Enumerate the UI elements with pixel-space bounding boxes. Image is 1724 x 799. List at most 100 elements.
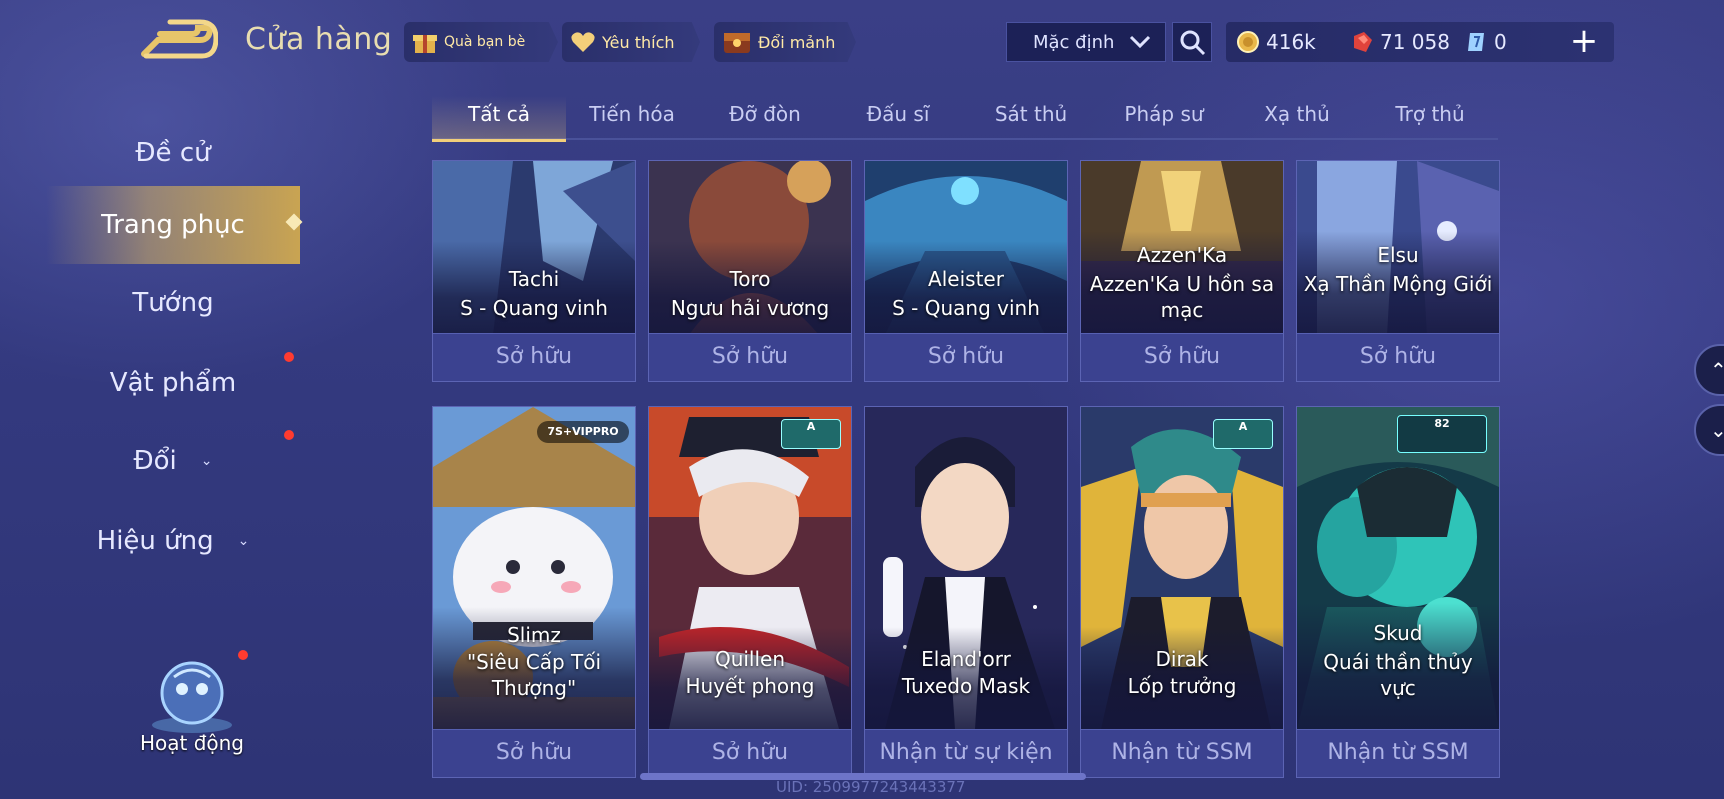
hero-name: Quillen (714, 647, 786, 671)
rank-badge: 82 (1397, 415, 1487, 453)
voucher-currency: 0 (1464, 22, 1507, 62)
skin-name: Tuxedo Mask (901, 674, 1031, 698)
events-label: Hoạt động (139, 731, 245, 755)
skin-name: Quái thần thủy vực (1323, 650, 1473, 700)
chevron-down-icon: ⌄ (200, 453, 213, 469)
skin-name: Azzen'Ka U hồn sa mạc (1089, 272, 1275, 322)
voucher-amount: 0 (1494, 30, 1507, 54)
tab-tank[interactable]: Đỡ đòn (698, 96, 832, 140)
treasure-chest-icon (724, 33, 750, 53)
tab-fighter[interactable]: Đấu sĩ (831, 96, 965, 140)
chevron-down-icon: ⌄ (237, 533, 250, 549)
user-id-label: UID: 2509977243443377 (776, 778, 966, 796)
ownership-status: Sở hữu (649, 729, 851, 777)
tab-support[interactable]: Trợ thủ (1363, 96, 1497, 140)
skin-name: S - Quang vinh (892, 296, 1040, 320)
sidebar-item-effects[interactable]: Hiệu ứng ⌄ (46, 502, 300, 580)
ownership-status: Sở hữu (1081, 333, 1283, 381)
ownership-status: Sở hữu (865, 333, 1067, 381)
tab-evolution[interactable]: Tiến hóa (565, 96, 699, 140)
skin-card[interactable]: Tachi S - Quang vinh Sở hữu (432, 160, 636, 382)
sidebar-item-label: Trang phục (101, 210, 245, 240)
add-currency-button[interactable]: + (1566, 24, 1602, 60)
voucher-icon (1468, 33, 1484, 51)
events-button[interactable]: Hoạt động (130, 655, 254, 765)
hero-name: Slimz (507, 623, 561, 647)
hero-name: Dirak (1155, 647, 1209, 671)
skin-name: Huyết phong (685, 674, 815, 698)
ownership-status: Sở hữu (1297, 333, 1499, 381)
chevron-up-icon: ⌃ (1710, 358, 1724, 382)
skin-card[interactable]: Eland'orr Tuxedo Mask Nhận từ sự kiện (864, 406, 1068, 778)
scroll-up-button[interactable]: ⌃ (1694, 344, 1724, 396)
skin-name: Lốp trưởng (1127, 674, 1237, 698)
sidebar-item-label: Vật phẩm (109, 368, 237, 398)
skin-card[interactable]: Aleister S - Quang vinh Sở hữu (864, 160, 1068, 382)
sort-dropdown[interactable]: Mặc định (1006, 22, 1166, 62)
exchange-fragments-label: Đổi mảnh (758, 32, 836, 52)
skin-card[interactable]: A Dirak Lốp trưởng Nhận từ SSM (1080, 406, 1284, 778)
skin-card[interactable]: Elsu Xạ Thần Mộng Giới Sở hữu (1296, 160, 1500, 382)
sidebar-item-label: Tướng (132, 288, 214, 318)
skin-name: "Siêu Cấp Tối Thượng" (466, 650, 602, 700)
ownership-status: Nhận từ SSM (1297, 729, 1499, 777)
sidebar-item-label: Đề cử (135, 138, 211, 168)
friend-gift-label: Quà bạn bè (444, 34, 526, 50)
tier-badge: A (1213, 419, 1273, 449)
sort-dropdown-value: Mặc định (1033, 31, 1115, 53)
hero-name: Eland'orr (921, 647, 1011, 671)
notification-dot (284, 352, 294, 362)
events-orb-icon (152, 661, 232, 733)
tab-mage[interactable]: Pháp sư (1097, 96, 1231, 140)
gold-amount: 416k (1266, 30, 1316, 54)
favorites-label: Yêu thích (602, 32, 675, 52)
tab-all[interactable]: Tất cả (432, 96, 566, 142)
shop-screen: Cửa hàng Quà bạn bè Yêu thích Đổi mảnh M… (0, 0, 1724, 799)
gold-currency: 416k (1236, 22, 1316, 62)
hero-name: Azzen'Ka (1136, 243, 1228, 267)
sidebar-item-heroes[interactable]: Tướng (46, 264, 300, 342)
skin-card[interactable]: Toro Ngưu hải vương Sở hữu (648, 160, 852, 382)
search-icon (1180, 30, 1206, 56)
exchange-fragments-button[interactable]: Đổi mảnh (714, 22, 856, 62)
friend-gift-button[interactable]: Quà bạn bè (404, 22, 558, 62)
back-button[interactable] (140, 16, 219, 64)
ownership-status: Sở hữu (433, 333, 635, 381)
sidebar-item-label: Hiệu ứng (96, 526, 214, 556)
sidebar-item-skins[interactable]: Trang phục (46, 186, 300, 264)
hero-name: Elsu (1377, 243, 1419, 267)
sidebar-item-label: Đổi (133, 446, 177, 476)
chevron-down-icon (1129, 35, 1151, 49)
back-arrow-icon (141, 19, 219, 59)
skin-grid: Tachi S - Quang vinh Sở hữu Toro Ngưu hả… (432, 160, 1502, 799)
ruby-currency: 71 058 (1350, 22, 1450, 62)
skin-name: Ngưu hải vương (670, 296, 830, 320)
hero-name: Toro (729, 267, 771, 291)
sidebar-item-exchange[interactable]: Đổi ⌄ (46, 422, 300, 500)
hero-name: Aleister (928, 267, 1004, 291)
hero-name: Tachi (508, 267, 560, 291)
tab-marksman[interactable]: Xạ thủ (1230, 96, 1364, 140)
scroll-down-button[interactable]: ⌄ (1694, 404, 1724, 456)
tier-badge: A (781, 419, 841, 449)
skin-card[interactable]: Azzen'Ka Azzen'Ka U hồn sa mạc Sở hữu (1080, 160, 1284, 382)
tab-assassin[interactable]: Sát thủ (964, 96, 1098, 140)
ownership-status: Nhận từ SSM (1081, 729, 1283, 777)
skin-card[interactable]: 7S+VIPPRO Slimz "Siêu Cấp Tối Thượng" Sở… (432, 406, 636, 778)
favorites-button[interactable]: Yêu thích (562, 22, 700, 62)
hero-name: Skud (1373, 621, 1423, 645)
ownership-status: Nhận từ sự kiện (865, 729, 1067, 777)
vip-badge: 7S+VIPPRO (537, 421, 629, 443)
ruby-icon (1354, 32, 1372, 52)
sidebar-item-items[interactable]: Vật phẩm (46, 344, 300, 422)
skin-name: S - Quang vinh (460, 296, 608, 320)
gold-coin-icon (1237, 31, 1259, 53)
skin-card[interactable]: 82 Skud Quái thần thủy vực Nhận từ SSM (1296, 406, 1500, 778)
chevron-down-icon: ⌄ (1710, 418, 1724, 442)
ownership-status: Sở hữu (649, 333, 851, 381)
page-title: Cửa hàng (245, 22, 393, 57)
search-button[interactable] (1172, 22, 1212, 62)
heart-icon (571, 32, 595, 52)
sidebar-item-recommended[interactable]: Đề cử (46, 114, 300, 192)
skin-card[interactable]: A Quillen Huyết phong Sở hữu (648, 406, 852, 778)
